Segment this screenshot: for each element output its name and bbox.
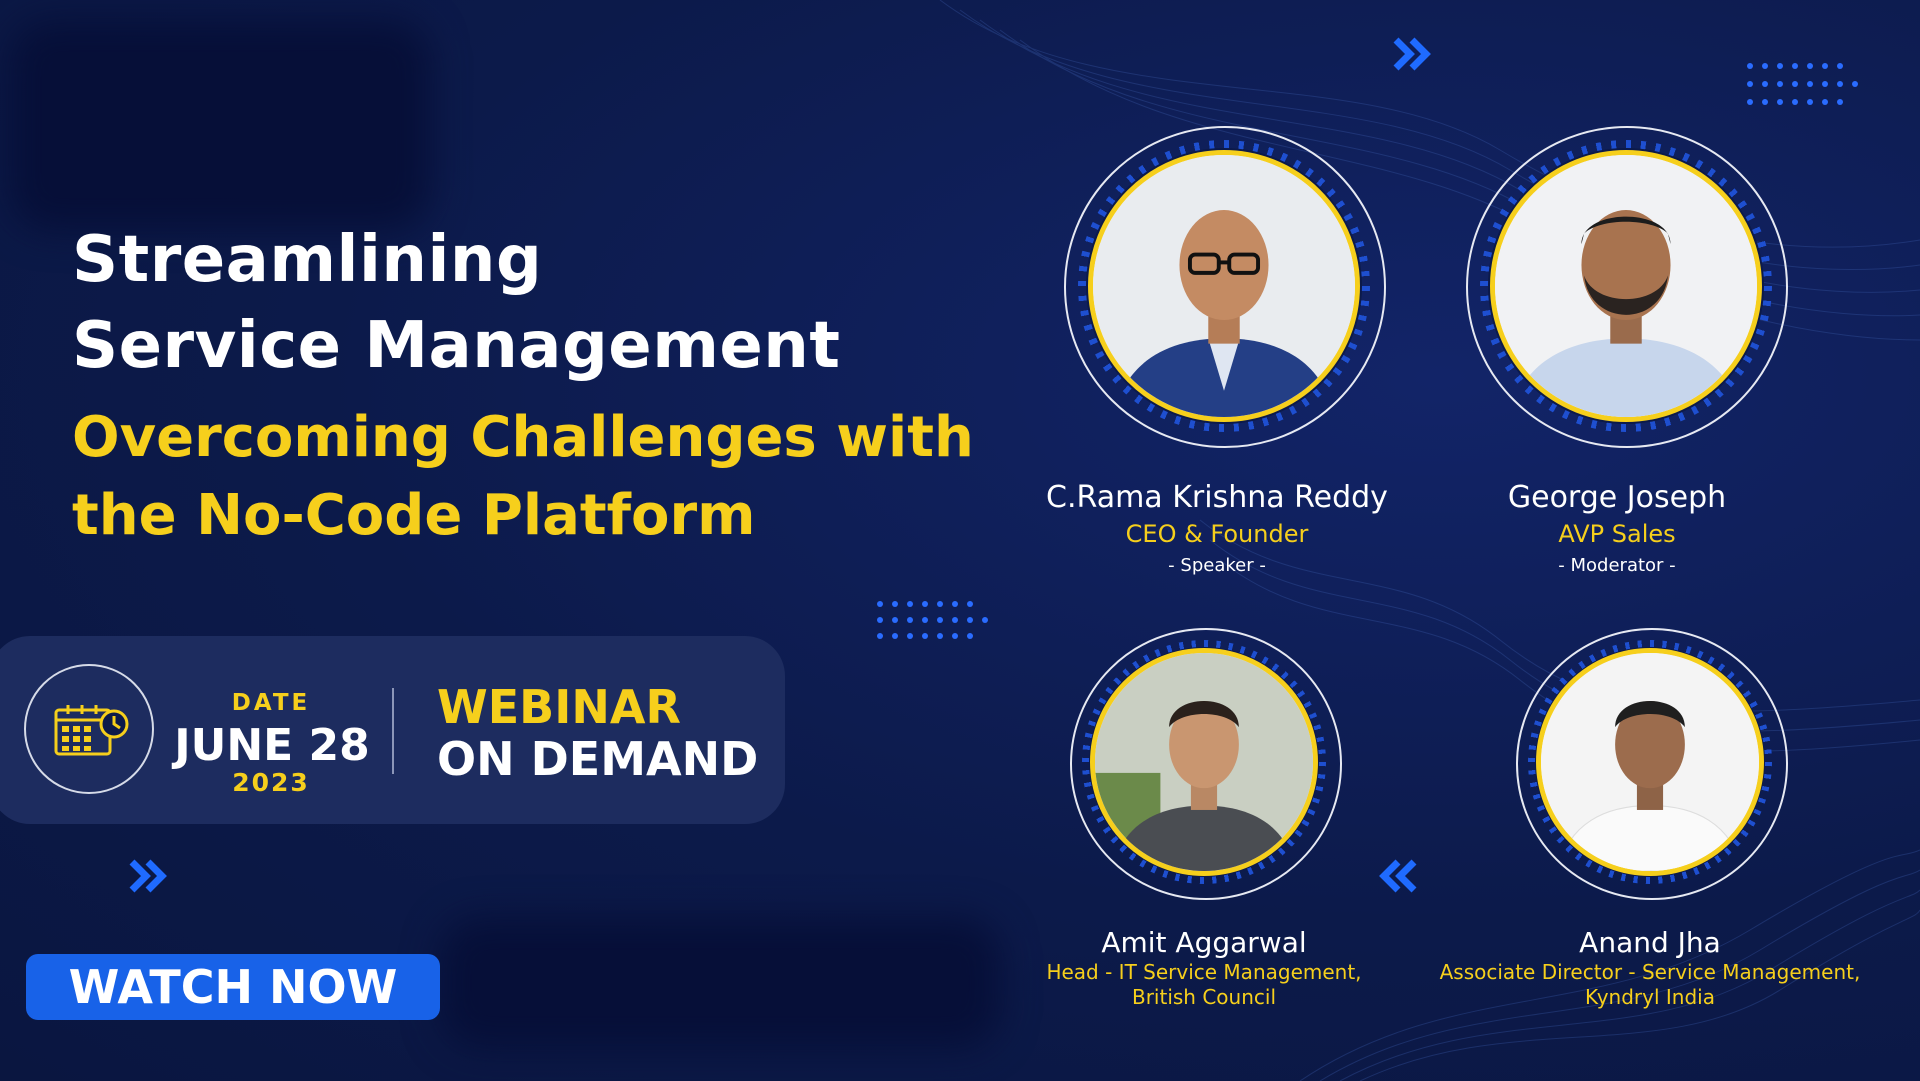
event-date: JUNE 28 xyxy=(174,720,370,771)
event-type-line-1: WEBINAR xyxy=(437,680,681,734)
double-chevron-left-icon xyxy=(1379,859,1417,893)
speaker-4-role-line-2: Kyndryl India xyxy=(1585,985,1715,1009)
speaker-1-role: CEO & Founder xyxy=(1125,520,1309,548)
divider xyxy=(392,688,394,774)
speaker-3-photo xyxy=(1090,648,1318,876)
speaker-2-photo xyxy=(1490,150,1762,422)
speaker-4-name: Anand Jha xyxy=(1579,926,1721,959)
speaker-1-tag: - Speaker - xyxy=(1168,555,1266,576)
watch-now-button[interactable]: WATCH NOW xyxy=(26,954,440,1020)
speaker-2-name: George Joseph xyxy=(1507,480,1727,515)
event-year: 2023 xyxy=(232,768,310,797)
webinar-banner: Streamlining Service Management Overcomi… xyxy=(0,0,1920,1081)
double-chevron-right-icon xyxy=(1393,37,1431,71)
speaker-4-role-line-1: Associate Director - Service Management, xyxy=(1439,960,1861,984)
date-label: DATE xyxy=(231,690,311,716)
dot-grid-decoration xyxy=(1747,63,1858,105)
speaker-4-photo xyxy=(1536,648,1764,876)
speaker-1-name: C.Rama Krishna Reddy xyxy=(1046,480,1388,515)
speaker-1-photo xyxy=(1088,150,1360,422)
blurred-footer-area xyxy=(440,918,1000,1048)
speaker-3-role-line-2: British Council xyxy=(1131,985,1276,1009)
title-line-2: Service Management xyxy=(72,309,841,383)
speaker-2-role: AVP Sales xyxy=(1558,520,1676,548)
subtitle-line-2: the No-Code Platform xyxy=(72,483,756,548)
double-chevron-right-icon xyxy=(129,859,167,893)
dot-grid-decoration xyxy=(877,601,988,639)
title-line-1: Streamlining xyxy=(72,223,543,297)
subtitle-line-1: Overcoming Challenges with xyxy=(72,405,974,470)
speaker-3-role-line-1: Head - IT Service Management, xyxy=(1046,960,1362,984)
event-type-line-2: ON DEMAND xyxy=(437,732,759,786)
speaker-2-tag: - Moderator - xyxy=(1558,555,1676,576)
blurred-logo-area xyxy=(10,20,430,230)
speaker-3-name: Amit Aggarwal xyxy=(1101,926,1307,959)
calendar-clock-icon xyxy=(54,705,129,756)
